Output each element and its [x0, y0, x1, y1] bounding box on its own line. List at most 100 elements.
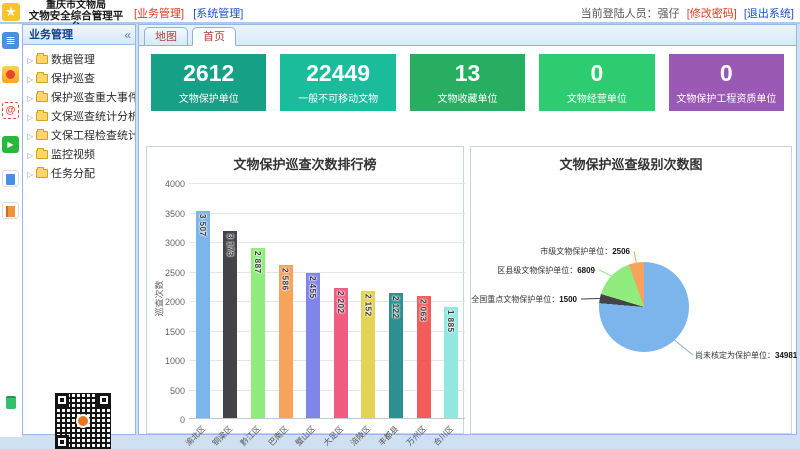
y-axis-tick: 1000 [151, 356, 185, 366]
tree-item-label: 任务分配 [51, 168, 95, 180]
app-logo-star-icon: ★ [2, 3, 20, 21]
top-nav: [业务管理] [系统管理] [134, 5, 249, 21]
x-axis-category-label: 合川区 [431, 424, 456, 449]
tree-expand-icon[interactable]: ▷ [27, 89, 36, 108]
stat-card: 0文物经营单位 [539, 54, 654, 111]
folder-icon [36, 169, 48, 178]
bar-value-label: 2 122 [391, 296, 400, 319]
sidebar-collapse-icon[interactable]: « [124, 25, 131, 45]
bar-value-label: 2 887 [253, 251, 262, 274]
bar-value-label: 1 885 [446, 310, 455, 333]
bar[interactable]: 2 586 [279, 265, 293, 418]
tree-item[interactable]: ▷数据管理 [23, 51, 135, 70]
folder-icon [36, 150, 48, 159]
x-axis-category-label: 渝北区 [183, 424, 208, 449]
qr-center-logo-icon [76, 414, 90, 428]
change-password-link[interactable]: [修改密码] [687, 8, 737, 20]
folder-icon [36, 55, 48, 64]
bar[interactable]: 2 202 [334, 288, 348, 418]
tree-item[interactable]: ▷ 文保工程检查统计分析 [23, 127, 135, 146]
pie-slice-label: 市级文物保护单位：2506 [540, 246, 630, 257]
sidebar-tree: ▷数据管理▷保护巡查▷保护巡查重大事件▷文保巡查统计分析▷文保工程检查统计分析▷… [23, 45, 135, 184]
news-icon[interactable]: ≣ [2, 32, 19, 49]
bar[interactable]: 3 173 [223, 231, 237, 418]
bar-chart-plot: 3 507 3 173 2 887 2 586 2 455 2 202 2 152 2 122… [189, 183, 465, 419]
tree-item[interactable]: ▷ 保护巡查 [23, 70, 135, 89]
tree-item-label: 保护巡查 [51, 73, 95, 85]
tree-expand-icon[interactable]: ▷ [27, 108, 36, 127]
tree-item[interactable]: ▷文保巡查统计分析 [23, 108, 135, 127]
gridline [189, 213, 465, 214]
tab-map[interactable]: 地图 [144, 27, 188, 46]
pie-slice-name: 全国重点文物保护单位： [471, 295, 559, 304]
bar-chart-title: 文物保护巡查次数排行榜 [147, 154, 463, 173]
login-prefix: 当前登陆人员： [581, 8, 658, 20]
pie-slice-name: 尚未核定为保护单位： [695, 351, 775, 360]
x-axis-category-label: 大足区 [321, 424, 346, 449]
pie-chart[interactable] [599, 262, 689, 352]
pie-slice-label: 全国重点文物保护单位：1500 [471, 294, 577, 305]
app-header: ★ 重庆市文物局 文物安全综合管理平台 [业务管理] [系统管理] 当前登陆人员… [0, 0, 800, 24]
pie-slice-name: 市级文物保护单位： [540, 247, 612, 256]
tab-home[interactable]: 首页 [192, 27, 236, 46]
tree-expand-icon[interactable]: ▷ [27, 127, 36, 146]
bar-value-label: 2 455 [308, 276, 317, 299]
stat-card-label: 文物收藏单位 [410, 90, 525, 105]
qr-finder-icon [55, 393, 69, 407]
tree-item[interactable]: ▷ 保护巡查重大事件 [23, 89, 135, 108]
bar[interactable]: 2 455 [306, 273, 320, 418]
quick-launch-strip: ≣ @ ▶ [0, 24, 22, 437]
bar-value-label: 3 507 [198, 214, 207, 237]
sidebar-title: 业务管理 [29, 29, 73, 41]
bar[interactable]: 2 152 [361, 291, 375, 418]
nav-business-link[interactable]: [业务管理] [134, 8, 184, 20]
bar-chart-panel: 文物保护巡查次数排行榜 巡查次数 40003500300025002000150… [146, 146, 464, 434]
qr-finder-icon [55, 435, 69, 449]
pie-slice-label: 尚未核定为保护单位：34981 [695, 350, 797, 361]
x-axis-line [189, 418, 465, 419]
logout-link[interactable]: [退出系统] [744, 8, 794, 20]
y-axis-tick: 500 [151, 386, 185, 396]
tree-item[interactable]: ▷监控视频 [23, 146, 135, 165]
gridline [189, 183, 465, 184]
weibo-icon[interactable] [2, 66, 19, 83]
sidebar-header: 业务管理 « [23, 25, 135, 45]
bar[interactable]: 2 063 [417, 296, 431, 418]
pie-slice-value: 1500 [559, 295, 577, 304]
stat-card-label: 文物保护工程资质单位 [669, 90, 784, 105]
qr-finder-icon [97, 393, 111, 407]
document-icon[interactable] [2, 170, 19, 187]
bar[interactable]: 2 122 [389, 293, 403, 418]
nav-system-link[interactable]: [系统管理] [193, 8, 243, 20]
bar[interactable]: 2 887 [251, 248, 265, 418]
book-icon[interactable] [2, 202, 19, 219]
battery-icon[interactable] [2, 394, 19, 411]
x-axis-category-label: 铜梁区 [211, 424, 236, 449]
tree-item-label: 保护巡查重大事件 [51, 92, 135, 104]
tree-item[interactable]: ▷ 任务分配 [23, 165, 135, 184]
tree-expand-icon[interactable]: ▷ [27, 165, 36, 184]
bar[interactable]: 1 885 [444, 307, 458, 418]
tab-bar: 地图 首页 [139, 25, 796, 46]
at-mail-icon[interactable]: @ [2, 102, 19, 119]
dashboard-content: 2612文物保护单位22449一般不可移动文物13文物收藏单位0文物经营单位0文… [139, 46, 796, 434]
stat-cards-row: 2612文物保护单位22449一般不可移动文物13文物收藏单位0文物经营单位0文… [151, 54, 784, 111]
tree-expand-icon[interactable]: ▷ [27, 51, 36, 70]
tree-expand-icon[interactable]: ▷ [27, 146, 36, 165]
video-icon[interactable]: ▶ [2, 136, 19, 153]
stat-card-label: 文物保护单位 [151, 90, 266, 105]
stat-card: 22449一般不可移动文物 [280, 54, 395, 111]
pie-slice-value: 34981 [775, 351, 797, 360]
stat-card: 0文物保护工程资质单位 [669, 54, 784, 111]
qr-code [55, 393, 111, 449]
bar-value-label: 3 173 [225, 234, 234, 257]
y-axis-tick: 1500 [151, 327, 185, 337]
tree-expand-icon[interactable]: ▷ [27, 70, 36, 89]
y-axis-tick: 2000 [151, 297, 185, 307]
pie-chart-title: 文物保护巡查级别次数图 [471, 154, 791, 173]
x-axis-category-label: 巴南区 [266, 424, 291, 449]
bar[interactable]: 3 507 [196, 211, 210, 418]
tree-item-label: 文保工程检查统计分析 [51, 130, 135, 142]
x-axis-category-label: 万州区 [404, 424, 429, 449]
stat-card-label: 一般不可移动文物 [280, 90, 395, 105]
